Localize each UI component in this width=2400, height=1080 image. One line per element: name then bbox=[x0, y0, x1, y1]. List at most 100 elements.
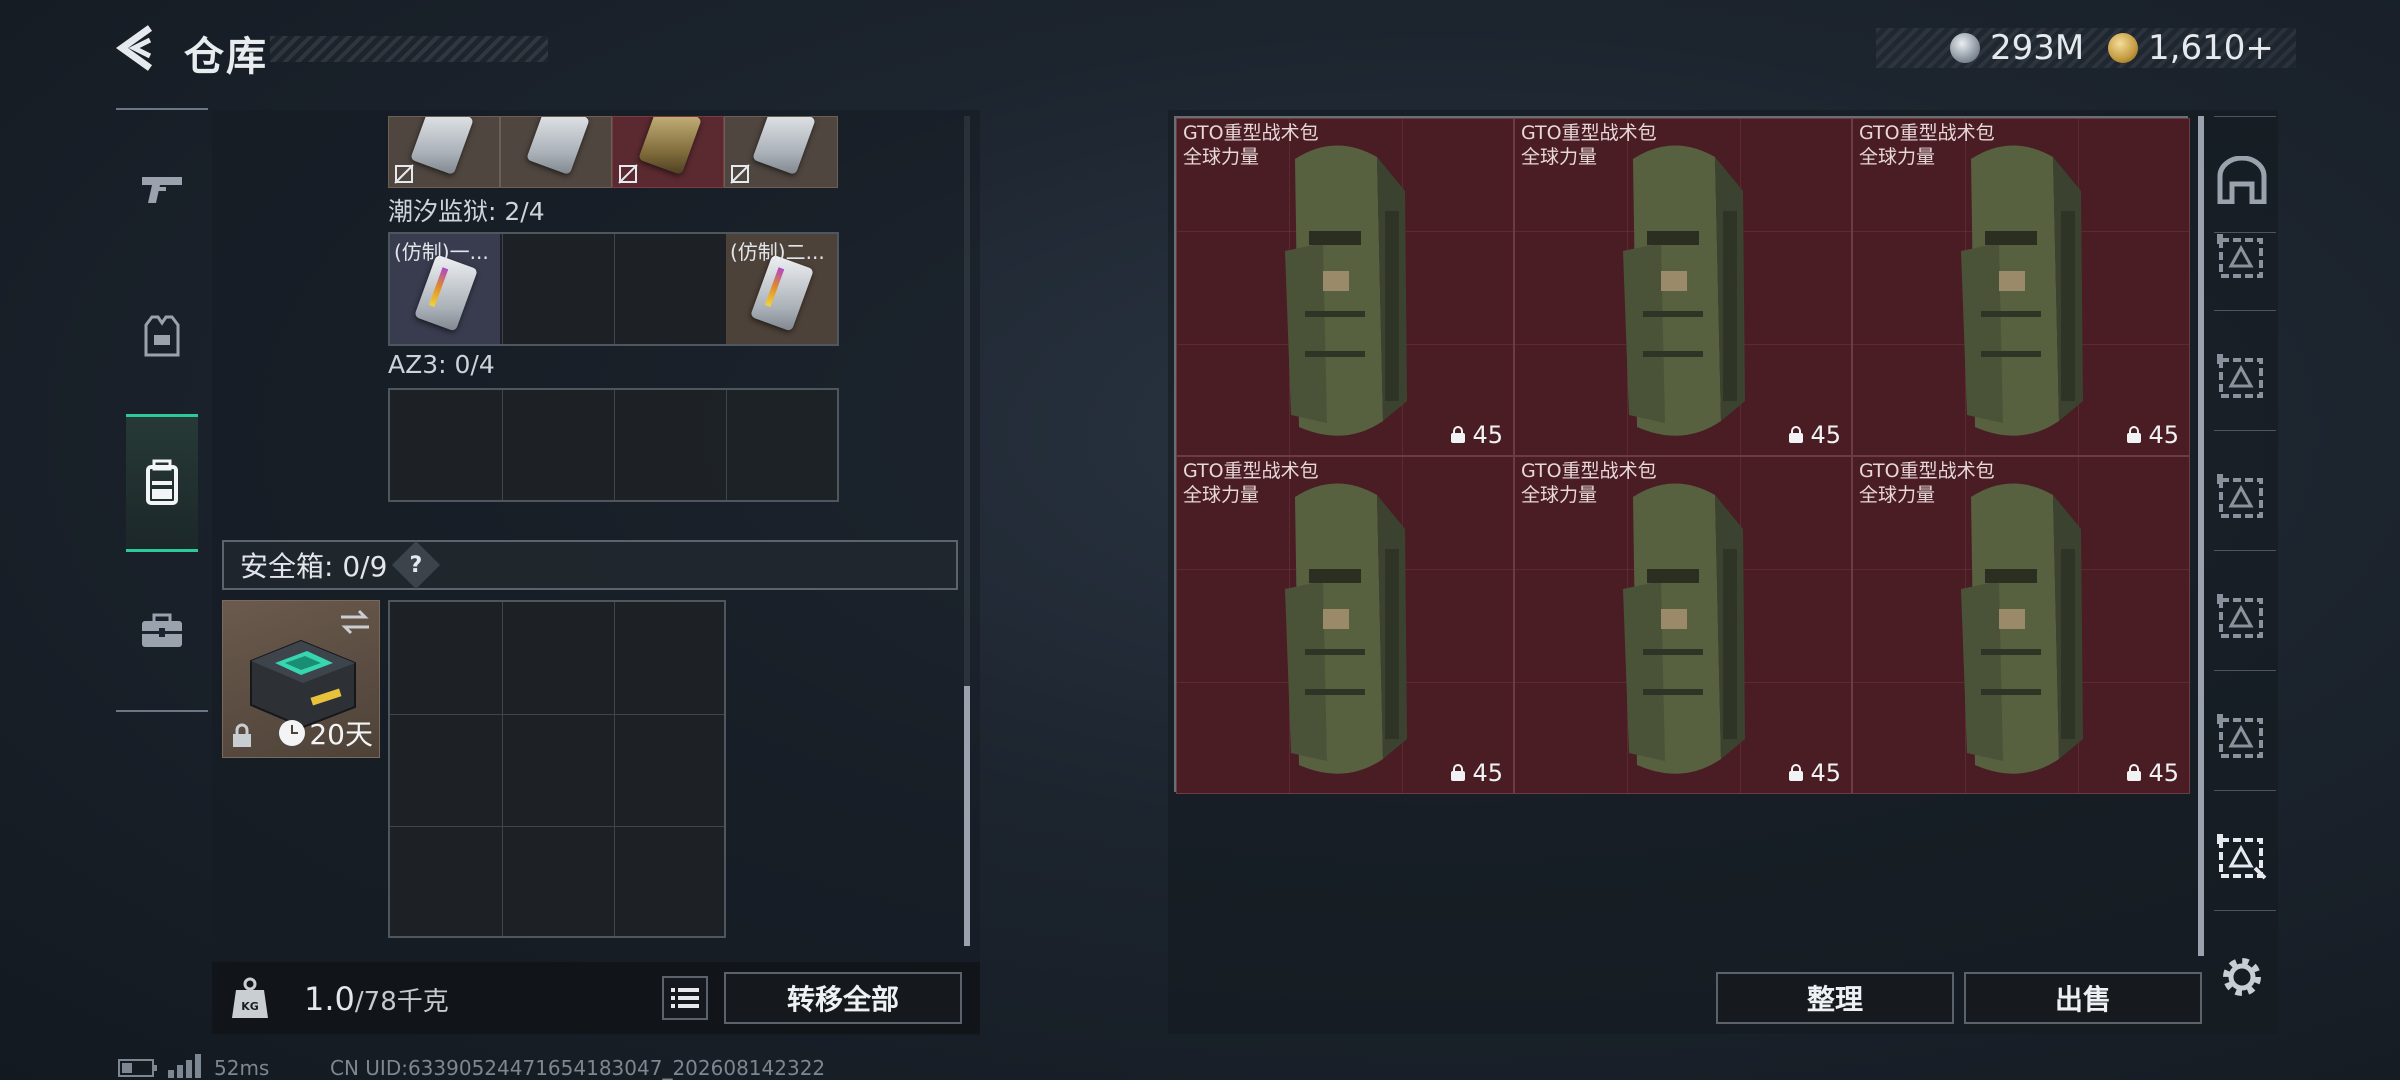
stash-tab-6[interactable] bbox=[2210, 826, 2274, 890]
stash-item-qty: 45 bbox=[2148, 759, 2179, 787]
safe-box-item[interactable]: 20天 bbox=[222, 600, 380, 758]
keycard-slot[interactable] bbox=[724, 116, 838, 188]
stash-tab-icon bbox=[2217, 234, 2263, 278]
nav-divider-top bbox=[116, 108, 208, 110]
back-button[interactable] bbox=[112, 22, 162, 74]
stash-item-capacity: 45 bbox=[1788, 421, 1841, 449]
keycard-slot[interactable] bbox=[388, 116, 500, 188]
clock-icon bbox=[279, 720, 306, 746]
sidebar-separator bbox=[2214, 790, 2276, 791]
stash-item-cell[interactable]: GTO重型战术包 全球力量 45 bbox=[1852, 456, 2190, 794]
nav-item-armor[interactable] bbox=[126, 282, 198, 392]
gear-icon bbox=[2223, 958, 2261, 996]
stash-tab-1[interactable] bbox=[2210, 226, 2274, 290]
page-title: 仓库 bbox=[184, 34, 268, 80]
sidebar-separator bbox=[2214, 550, 2276, 551]
keycard-slot[interactable] bbox=[500, 116, 612, 188]
keycard-image bbox=[414, 254, 478, 332]
stash-item-qty: 45 bbox=[1810, 421, 1841, 449]
stash-tab-5[interactable] bbox=[2210, 706, 2274, 770]
stash-item-name: GTO重型战术包 全球力量 bbox=[1183, 459, 1319, 507]
backpack-image bbox=[1285, 145, 1407, 436]
stash-item-qty: 45 bbox=[1472, 759, 1503, 787]
keycard-slot[interactable] bbox=[612, 116, 724, 188]
stash-tab-icon bbox=[2217, 594, 2263, 638]
stash-item-cell[interactable]: GTO重型战术包 全球力量 45 bbox=[1514, 456, 1852, 794]
stash-tab-2[interactable] bbox=[2210, 346, 2274, 410]
keycard-image bbox=[752, 117, 816, 176]
toolbox-icon bbox=[142, 613, 182, 647]
settings-button[interactable] bbox=[2210, 945, 2274, 1009]
az3-grid[interactable] bbox=[388, 388, 839, 502]
stash-item-qty: 45 bbox=[2148, 421, 2179, 449]
tide-prison-label: 潮汐监狱: 2/4 bbox=[388, 197, 545, 226]
backpack-image bbox=[1623, 483, 1745, 774]
stash-item-cell[interactable]: GTO重型战术包 全球力量 45 bbox=[1514, 118, 1852, 456]
sidebar-separator bbox=[2214, 910, 2276, 911]
stash-tab-4[interactable] bbox=[2210, 586, 2274, 650]
scrollbar-thumb[interactable] bbox=[964, 686, 970, 946]
stash-item-cell[interactable]: GTO重型战术包 全球力量 45 bbox=[1852, 118, 2190, 456]
timer-text: 20天 bbox=[309, 718, 373, 751]
svg-text:KG: KG bbox=[241, 1000, 259, 1013]
stash-item-title: GTO重型战术包 bbox=[1183, 460, 1319, 482]
stash-item-qty: 45 bbox=[1810, 759, 1841, 787]
stash-item-cell[interactable]: GTO重型战术包 全球力量 45 bbox=[1176, 118, 1514, 456]
stash-item-title: GTO重型战术包 bbox=[1859, 460, 1995, 482]
stash-tab-icon bbox=[2217, 354, 2263, 398]
gold-currency[interactable]: 1,610+ bbox=[2108, 26, 2274, 70]
backpack-image bbox=[1623, 145, 1745, 436]
pistol-icon bbox=[142, 177, 182, 203]
lock-icon bbox=[233, 723, 251, 747]
stash-item-capacity: 45 bbox=[2126, 421, 2179, 449]
ping-text: 52ms bbox=[214, 1056, 270, 1080]
gold-coin-icon bbox=[2108, 33, 2138, 63]
stash-tab-3[interactable] bbox=[2210, 466, 2274, 530]
az3-label: AZ3: 0/4 bbox=[388, 350, 495, 379]
keycard-item[interactable]: (仿制)一... bbox=[390, 234, 500, 344]
weight-current: 1.0 bbox=[304, 980, 355, 1018]
stash-item-qty: 45 bbox=[1472, 421, 1503, 449]
back-arrow-icon bbox=[115, 25, 153, 71]
keycard-image bbox=[526, 117, 590, 176]
backpack-icon bbox=[146, 459, 178, 505]
transfer-all-button[interactable]: 转移全部 bbox=[724, 972, 962, 1024]
list-icon bbox=[671, 988, 699, 1008]
stash-item-capacity: 45 bbox=[2126, 759, 2179, 787]
stash-tab-icon bbox=[2217, 474, 2263, 518]
capacity-icon bbox=[1789, 764, 1804, 781]
sidebar-separator bbox=[2214, 430, 2276, 431]
weight-icon: KG bbox=[232, 977, 268, 1018]
sidebar-separator bbox=[2214, 670, 2276, 671]
battery-icon bbox=[118, 1059, 157, 1077]
safe-box-grid[interactable] bbox=[388, 600, 726, 938]
sidebar-scroll-thumb[interactable] bbox=[2198, 116, 2204, 956]
stash-item-name: GTO重型战术包 全球力量 bbox=[1859, 459, 1995, 507]
no-trade-icon bbox=[618, 164, 638, 184]
organize-button[interactable]: 整理 bbox=[1716, 972, 1954, 1024]
swap-icon[interactable] bbox=[339, 609, 371, 635]
stash-tab-icon bbox=[2217, 834, 2267, 880]
nav-item-equipment[interactable] bbox=[126, 576, 198, 686]
backpack-image bbox=[1961, 483, 2083, 774]
stash-item-title: GTO重型战术包 bbox=[1521, 460, 1657, 482]
stash-item-cell[interactable]: GTO重型战术包 全球力量 45 bbox=[1176, 456, 1514, 794]
capacity-icon bbox=[1451, 764, 1466, 781]
nav-item-weapons[interactable] bbox=[126, 134, 198, 244]
stash-item-subtitle: 全球力量 bbox=[1521, 146, 1598, 168]
backpack-image bbox=[1285, 483, 1407, 774]
keycard-image bbox=[638, 117, 702, 176]
warehouse-icon-button[interactable] bbox=[2210, 148, 2274, 212]
help-button[interactable]: ? bbox=[392, 540, 441, 590]
nav-item-backpack[interactable] bbox=[126, 414, 198, 552]
stash-item-name: GTO重型战术包 全球力量 bbox=[1859, 121, 1995, 169]
stash-item-name: GTO重型战术包 全球力量 bbox=[1521, 459, 1657, 507]
list-view-button[interactable] bbox=[662, 976, 708, 1020]
no-trade-icon bbox=[394, 164, 414, 184]
stash-item-capacity: 45 bbox=[1450, 421, 1503, 449]
silver-coin-icon bbox=[1950, 33, 1980, 63]
keycard-item[interactable]: (仿制)二... bbox=[726, 234, 837, 344]
sell-button[interactable]: 出售 bbox=[1964, 972, 2202, 1024]
gold-amount: 1,610+ bbox=[2148, 28, 2274, 68]
stash-item-subtitle: 全球力量 bbox=[1859, 146, 1936, 168]
